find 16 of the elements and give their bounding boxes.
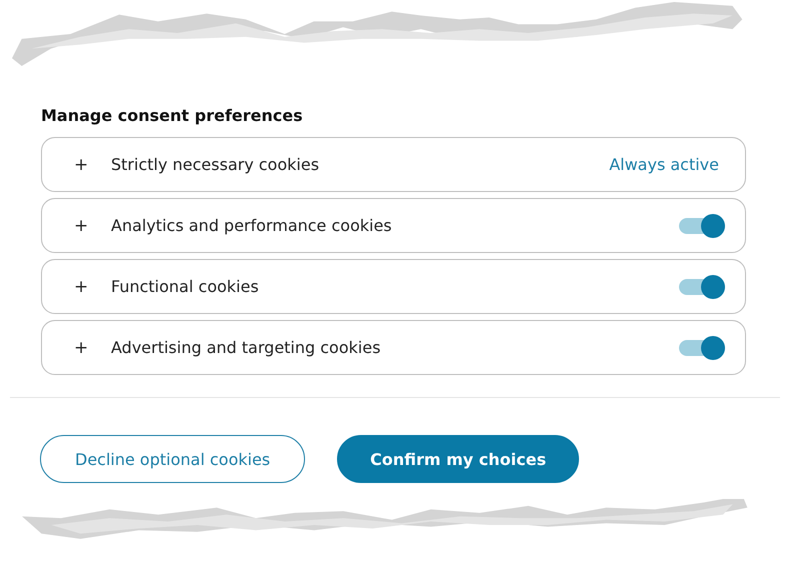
expand-icon[interactable]: +: [74, 338, 111, 358]
cookie-category-row[interactable]: + Strictly necessary cookies Always active: [41, 137, 746, 192]
cookie-category-row[interactable]: + Functional cookies: [41, 259, 746, 314]
expand-icon[interactable]: +: [74, 154, 111, 174]
confirm-button[interactable]: Confirm my choices: [337, 435, 580, 483]
category-label: Analytics and performance cookies: [111, 216, 393, 235]
cookie-category-row[interactable]: + Advertising and targeting cookies: [41, 320, 746, 375]
category-label: Strictly necessary cookies: [111, 155, 320, 174]
decline-button[interactable]: Decline optional cookies: [40, 435, 306, 483]
expand-icon[interactable]: +: [74, 216, 111, 236]
cookie-category-row[interactable]: + Analytics and performance cookies: [41, 198, 746, 253]
expand-icon[interactable]: +: [74, 276, 111, 296]
section-heading: Manage consent preferences: [41, 106, 304, 125]
category-label: Advertising and targeting cookies: [111, 338, 382, 357]
status-label: Always active: [609, 155, 719, 174]
category-label: Functional cookies: [111, 277, 260, 296]
